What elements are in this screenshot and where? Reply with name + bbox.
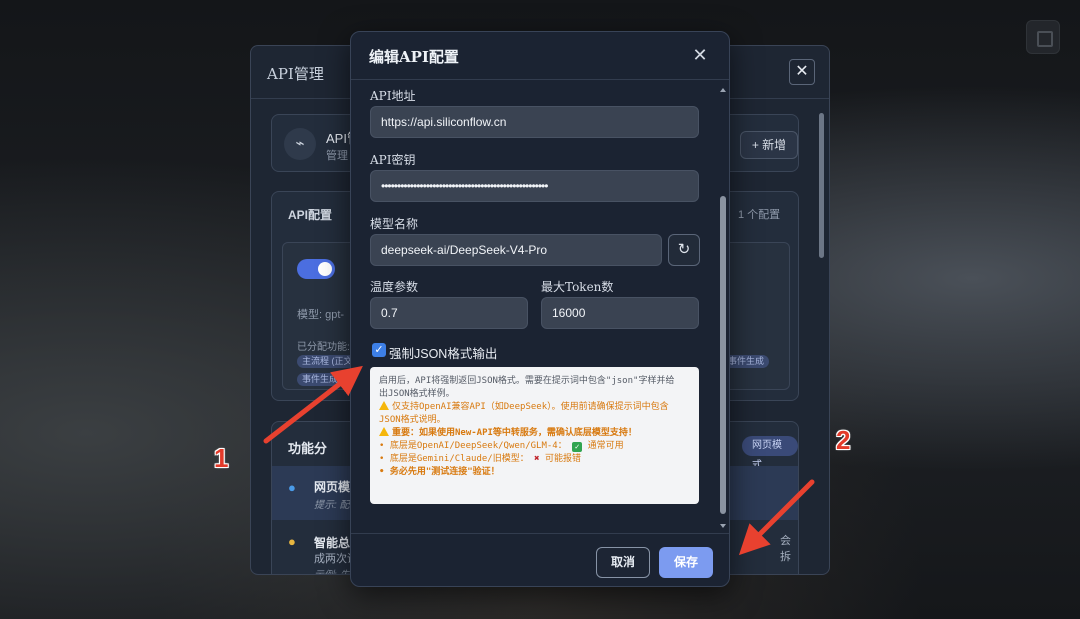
annotation-marker-1: 1 [214, 443, 229, 473]
edit-api-config-dialog: 编辑API配置 ✕ API地址 https://api.siliconflow.… [350, 31, 730, 587]
max-tokens-input[interactable]: 16000 [541, 297, 699, 329]
dialog-title: 编辑API配置 [369, 48, 459, 66]
config-count: 1 个配置 [738, 209, 781, 221]
notice-line: • 务必先用"测试连接"验证！ [379, 467, 500, 477]
annotation-marker-2: 2 [836, 425, 851, 455]
api-key-input[interactable]: ••••••••••••••••••••••••••••••••••••••••… [370, 170, 699, 202]
warning-icon [379, 427, 389, 436]
dialog-body: API地址 https://api.siliconflow.cn API密钥 •… [351, 81, 729, 533]
panel-scrollbar[interactable] [817, 108, 825, 568]
row-title: 网页模 [314, 480, 351, 494]
cancel-button[interactable]: 取消 [596, 547, 650, 578]
temperature-input[interactable]: 0.7 [370, 297, 528, 329]
dialog-scrollbar[interactable] [718, 84, 728, 532]
notice-line: 启用后，API将强制返回JSON格式。需要在提示词中包含"json"字样并给 [379, 376, 675, 386]
scroll-down-icon[interactable] [720, 524, 726, 528]
save-button[interactable]: 保存 [659, 547, 713, 578]
scroll-up-icon[interactable] [720, 88, 726, 92]
refresh-icon[interactable]: ↻ [668, 234, 700, 266]
notice-line: 通常可用 [587, 441, 624, 451]
max-tokens-label: 最大Token数 [541, 280, 614, 294]
model-name-label: 模型名称 [370, 217, 419, 231]
web-mode-badge: 网页模式 [742, 436, 798, 471]
notice-line: 仅支持OpenAI兼容API（如DeepSeek）。使用前请确保提示词中包含 [392, 402, 669, 412]
dialog-header: 编辑API配置 ✕ [351, 32, 729, 80]
bulb-icon: ● [288, 534, 296, 549]
notice-line: 出JSON格式样例。 [379, 389, 455, 399]
notice-line: JSON格式说明。 [379, 415, 446, 425]
plug-icon: ⌁ [284, 128, 316, 160]
globe-icon: ● [288, 480, 296, 495]
panel-close-button[interactable]: ✕ [789, 59, 815, 85]
scroll-thumb[interactable] [720, 196, 726, 514]
dialog-close-button[interactable]: ✕ [689, 44, 711, 66]
functions-label: 已分配功能: [297, 342, 350, 353]
api-url-label: API地址 [370, 89, 416, 103]
check-icon: ✓ [572, 442, 583, 452]
api-key-label: API密钥 [370, 153, 416, 167]
corner-button[interactable] [1026, 20, 1060, 54]
notice-line: 重要：如果使用New-API等中转服务，需确认底层模型支持！ [392, 428, 637, 438]
panel-title: API管理 [267, 65, 324, 83]
notice-line: 可能报错 [544, 454, 581, 464]
model-name-input[interactable]: deepseek-ai/DeepSeek-V4-Pro [370, 234, 662, 266]
json-notice-box: 启用后，API将强制返回JSON格式。需要在提示词中包含"json"字样并给 出… [370, 367, 699, 504]
config-title: API配置 [288, 208, 333, 222]
api-url-input[interactable]: https://api.siliconflow.cn [370, 106, 699, 138]
function-tag: 主流程 (正文 [297, 355, 358, 368]
row-trail-text: 会拆 [780, 535, 791, 563]
notice-line: • 底层是Gemini/Claude/旧模型： [379, 454, 529, 464]
function-title: 功能分 [288, 441, 328, 456]
temperature-label: 温度参数 [370, 280, 419, 294]
enable-toggle[interactable] [297, 259, 335, 279]
warning-icon [379, 401, 389, 410]
cross-icon: ✖ [534, 454, 540, 464]
notice-line: • 底层是OpenAI/DeepSeek/Qwen/GLM-4： [379, 441, 567, 451]
card-subtitle: 管理 [326, 150, 348, 162]
model-text: 模型: gpt- [297, 309, 345, 321]
json-output-label[interactable]: 强制JSON格式输出 [389, 343, 497, 362]
row-example: 示例: 先 [314, 566, 350, 574]
json-output-checkbox[interactable]: ✓ [372, 343, 386, 357]
function-tag: 事件生成 [297, 373, 344, 386]
add-button[interactable]: + 新增 [740, 131, 798, 159]
row-hint: 提示: 配 [314, 500, 350, 511]
dialog-footer: 取消 保存 [351, 533, 729, 586]
row-title: 智能总 [314, 536, 351, 550]
